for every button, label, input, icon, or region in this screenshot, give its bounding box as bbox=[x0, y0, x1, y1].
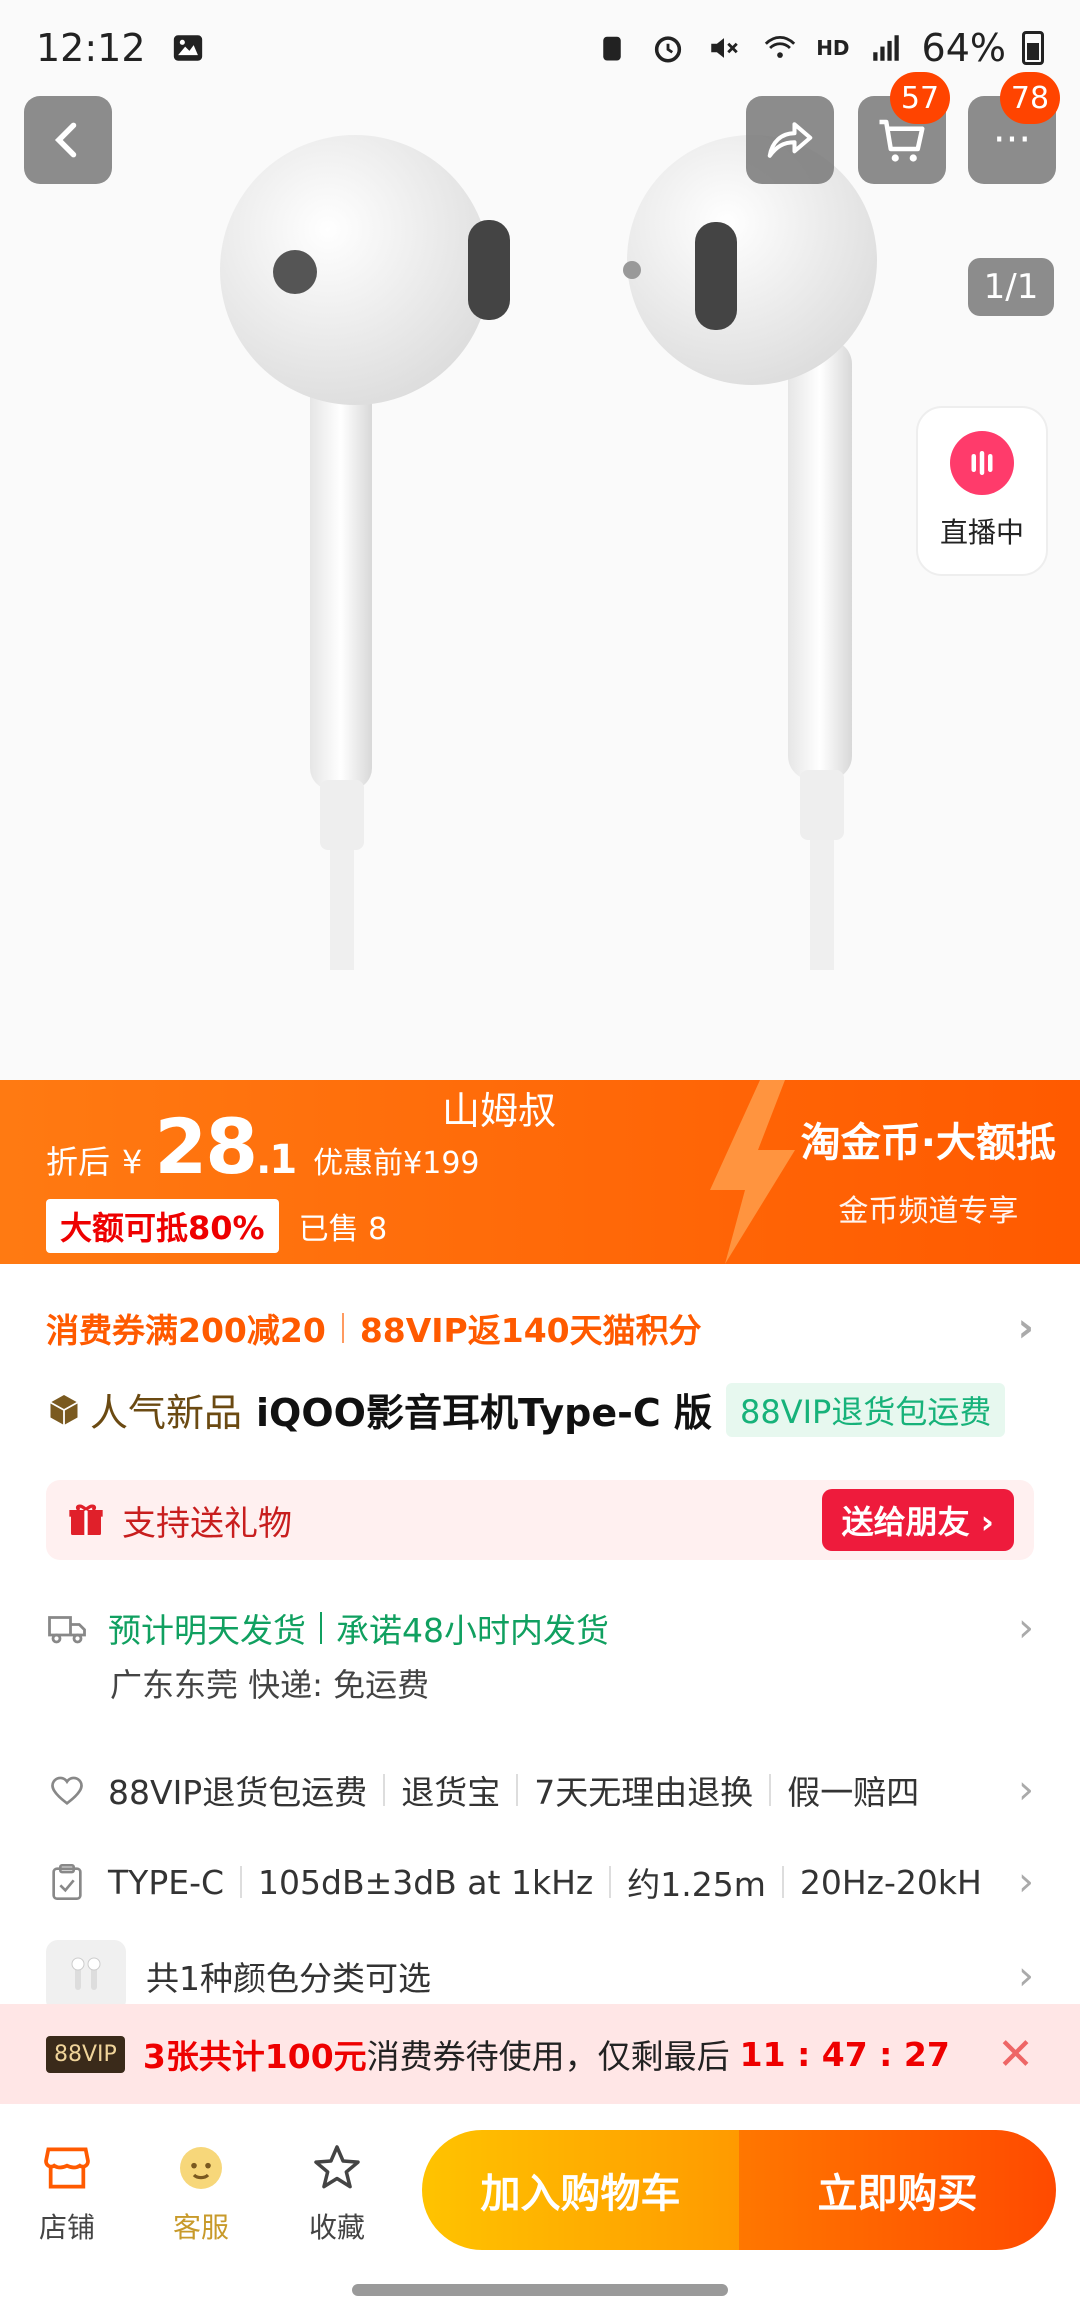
tab-favorite[interactable]: 收藏 bbox=[282, 2140, 392, 2246]
coin-subtitle: 金币频道专享 bbox=[838, 1194, 1019, 1229]
tab-store-label: 店铺 bbox=[38, 2211, 95, 2244]
shipping-row[interactable]: 预计明天发货 承诺48小时内发货 › bbox=[46, 1604, 1034, 1652]
color-option-text: 共1种颜色分类可选 bbox=[146, 1959, 431, 1998]
bottom-action-bar: 店铺 客服 收藏 加入购物车 立即购买 bbox=[0, 2104, 1080, 2316]
coupon-reminder-text: 消费券待使用，仅剩最后 bbox=[366, 2037, 730, 2076]
spec-item: 约1.25m bbox=[627, 1865, 766, 1904]
gift-label: 支持送礼物 bbox=[122, 1503, 292, 1544]
tab-store[interactable]: 店铺 bbox=[12, 2140, 122, 2246]
ship-origin: 广东东莞 快递: 免运费 bbox=[110, 1666, 430, 1704]
divider bbox=[781, 1866, 784, 1898]
lightning-icon bbox=[710, 1080, 795, 1264]
live-label: 直播中 bbox=[939, 516, 1024, 549]
signal-icon bbox=[866, 28, 906, 68]
live-button[interactable]: 直播中 bbox=[916, 406, 1048, 576]
spec-item: TYPE-C bbox=[108, 1862, 225, 1902]
return-badge: 88VIP退货包运费 bbox=[726, 1382, 1006, 1437]
title-tag: 人气新品 bbox=[46, 1382, 242, 1437]
chevron-left-icon bbox=[54, 122, 77, 158]
chevron-right-icon: › bbox=[1018, 1767, 1034, 1813]
spec-item: 20Hz-20kH bbox=[799, 1862, 982, 1902]
send-gift-button[interactable]: 送给朋友 › bbox=[821, 1489, 1014, 1551]
product-title: iQOO影音耳机Type-C 版 bbox=[256, 1391, 712, 1435]
add-to-cart-button[interactable]: 加入购物车 bbox=[422, 2130, 739, 2250]
tab-service-label: 客服 bbox=[172, 2211, 229, 2244]
chevron-right-icon: › bbox=[1018, 1953, 1034, 1999]
gift-row: 支持送礼物 送给朋友 › bbox=[46, 1480, 1034, 1560]
share-icon bbox=[767, 122, 813, 158]
more-button[interactable]: ··· 78 bbox=[968, 72, 1060, 184]
service-item: 7天无理由退换 bbox=[534, 1773, 754, 1812]
divider bbox=[769, 1774, 772, 1806]
battery-saver-icon bbox=[592, 28, 632, 68]
share-button[interactable] bbox=[746, 96, 834, 184]
purchase-actions: 加入购物车 立即购买 bbox=[422, 2130, 1056, 2250]
gallery-icon bbox=[168, 28, 208, 68]
divider bbox=[609, 1866, 612, 1898]
live-icon bbox=[950, 431, 1014, 495]
customer-service-icon bbox=[180, 2147, 222, 2189]
tab-service[interactable]: 客服 bbox=[146, 2140, 256, 2246]
coin-promo[interactable]: 淘金币·大额抵 金币频道专享 bbox=[801, 1110, 1056, 1230]
store-icon bbox=[44, 2147, 90, 2189]
home-indicator[interactable] bbox=[352, 2284, 728, 2296]
heart-icon bbox=[46, 1769, 88, 1811]
status-bar: 12:12 HD 64% bbox=[0, 0, 1080, 96]
coupon-row[interactable]: 消费券满200减20 88VIP返140天猫积分 › bbox=[46, 1304, 1034, 1352]
back-button[interactable] bbox=[24, 96, 112, 184]
service-item: 88VIP退货包运费 bbox=[108, 1773, 368, 1812]
coupon-reminder-strip[interactable]: 88VIP 3张共计100元 消费券待使用，仅剩最后 11 : 47 : 27 … bbox=[0, 2004, 1080, 2104]
divider bbox=[383, 1774, 386, 1806]
divider bbox=[341, 1313, 344, 1343]
sold-count: 已售 8 bbox=[298, 1212, 388, 1247]
ship-estimate: 预计明天发货 bbox=[108, 1611, 306, 1650]
divider bbox=[240, 1866, 243, 1898]
product-image-area[interactable]: 57 ··· 78 1/1 直播中 bbox=[0, 0, 1080, 1080]
original-price: 优惠前¥199 bbox=[313, 1146, 480, 1181]
spec-row[interactable]: TYPE-C 105dB±3dB at 1kHz 约1.25m 20Hz-20k… bbox=[46, 1858, 1034, 1906]
price-value: 28.1 bbox=[154, 1102, 297, 1191]
vip-points-text: 88VIP返140天猫积分 bbox=[359, 1311, 702, 1350]
divider bbox=[516, 1774, 519, 1806]
tab-favorite-label: 收藏 bbox=[308, 2211, 365, 2244]
price-banner: 山姆叔 折后 ¥ 28.1 优惠前¥199 大额可抵80% 已售 8 淘金币·大… bbox=[0, 1080, 1080, 1264]
battery-percent: 64% bbox=[921, 26, 1006, 70]
spec-item: 105dB±3dB at 1kHz bbox=[258, 1862, 594, 1902]
product-detail-card: 消费券满200减20 88VIP返140天猫积分 › 人气新品 iQOO影音耳机… bbox=[0, 1264, 1080, 2012]
divider bbox=[320, 1612, 322, 1644]
star-icon bbox=[314, 2145, 360, 2189]
box-icon bbox=[50, 1394, 78, 1425]
chevron-right-icon: › bbox=[1018, 1605, 1034, 1651]
coupon-text: 消费券满200减20 bbox=[46, 1311, 326, 1350]
chevron-right-icon: › bbox=[1017, 1305, 1034, 1351]
buy-now-button[interactable]: 立即购买 bbox=[739, 2130, 1056, 2250]
promo-pill: 大额可抵80% bbox=[46, 1199, 279, 1253]
status-time: 12:12 bbox=[36, 26, 146, 70]
wifi-icon bbox=[760, 28, 800, 68]
hd-icon: HD bbox=[816, 36, 850, 60]
coupon-count: 3张共计100元 bbox=[142, 2037, 367, 2076]
close-icon[interactable]: ✕ bbox=[997, 2029, 1034, 2080]
price-currency: ¥ bbox=[122, 1143, 143, 1181]
vip-badge: 88VIP bbox=[46, 2035, 125, 2073]
image-pager: 1/1 bbox=[968, 258, 1054, 316]
cart-button[interactable]: 57 bbox=[858, 72, 950, 184]
service-item: 假一赔四 bbox=[787, 1773, 920, 1812]
price-prefix: 折后 bbox=[46, 1143, 111, 1181]
coin-title: 淘金币·大额抵 bbox=[800, 1120, 1056, 1166]
truck-icon bbox=[46, 1607, 88, 1649]
battery-icon bbox=[1022, 31, 1044, 65]
gift-icon bbox=[69, 1504, 103, 1535]
service-item: 退货宝 bbox=[401, 1773, 501, 1812]
color-thumbnail bbox=[46, 1940, 126, 2012]
ship-promise: 承诺48小时内发货 bbox=[336, 1611, 609, 1650]
product-title-row: 人气新品 iQOO影音耳机Type-C 版 88VIP退货包运费 bbox=[46, 1382, 1034, 1437]
chevron-right-icon: › bbox=[1008, 1859, 1034, 1905]
clipboard-icon bbox=[46, 1861, 88, 1903]
countdown-timer: 11 : 47 : 27 bbox=[739, 2034, 950, 2074]
color-option-row[interactable]: 共1种颜色分类可选 › bbox=[46, 1940, 1034, 2012]
service-row[interactable]: 88VIP退货包运费 退货宝 7天无理由退换 假一赔四 › bbox=[46, 1766, 1034, 1814]
mute-icon bbox=[704, 28, 744, 68]
alarm-icon bbox=[648, 28, 688, 68]
